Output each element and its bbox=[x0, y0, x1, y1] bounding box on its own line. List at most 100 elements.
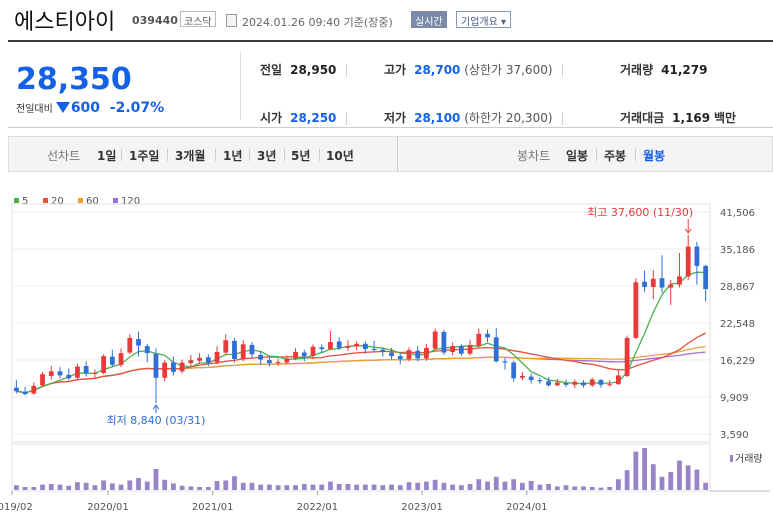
volume-bar bbox=[136, 478, 141, 490]
candle-body bbox=[118, 353, 124, 365]
volume-bar bbox=[240, 482, 246, 490]
y-tick-label: 41,506 bbox=[720, 208, 755, 219]
candle-body bbox=[485, 333, 490, 338]
volume-bar bbox=[258, 484, 264, 490]
volume-bar bbox=[109, 483, 115, 490]
candle bbox=[467, 339, 473, 356]
volume-bar bbox=[397, 485, 403, 490]
volume-bar bbox=[467, 484, 473, 490]
candle-body bbox=[520, 375, 525, 378]
candle bbox=[424, 343, 429, 361]
candle bbox=[328, 330, 333, 350]
candle-body bbox=[109, 356, 115, 365]
candle bbox=[537, 377, 543, 385]
candle bbox=[66, 368, 72, 381]
volume-bar bbox=[389, 484, 394, 490]
volume-bar bbox=[476, 479, 482, 490]
candles bbox=[13, 234, 709, 404]
volume-bar bbox=[694, 469, 700, 490]
candle bbox=[598, 378, 604, 388]
candle-body bbox=[336, 341, 342, 348]
candle-body bbox=[162, 362, 168, 378]
candle bbox=[153, 348, 159, 404]
candlestick-chart[interactable]: 41,506 35,186 28,867 22,548 16,229 9,909 3,590… bbox=[0, 0, 773, 522]
candle bbox=[563, 379, 569, 388]
volume-bar bbox=[301, 484, 307, 490]
candle bbox=[144, 343, 150, 362]
candle bbox=[581, 380, 586, 388]
volume-bar bbox=[310, 484, 316, 490]
y-tick-label: 16,229 bbox=[720, 356, 755, 367]
volume-bar bbox=[554, 486, 560, 490]
candle bbox=[109, 349, 115, 367]
candle-body bbox=[275, 361, 281, 364]
volume-bar bbox=[66, 485, 72, 490]
y-tick-label: 9,909 bbox=[720, 393, 749, 404]
candle-body bbox=[563, 383, 569, 385]
candle-body bbox=[441, 332, 447, 353]
x-tick-label: 2021/01 bbox=[192, 502, 234, 513]
candle bbox=[520, 371, 525, 381]
volume-bar bbox=[406, 482, 412, 490]
volume-border bbox=[11, 443, 711, 492]
volume-bar bbox=[328, 481, 333, 490]
candle-body bbox=[188, 360, 194, 364]
volume-bar bbox=[371, 484, 377, 490]
y-tick-label: 22,548 bbox=[720, 319, 755, 330]
candle bbox=[293, 347, 298, 361]
volume-bar bbox=[205, 487, 211, 490]
candle-body bbox=[546, 381, 551, 386]
candle-body bbox=[493, 337, 499, 362]
candle-body bbox=[397, 356, 403, 359]
volume-bar bbox=[101, 480, 107, 490]
candle-body bbox=[354, 343, 360, 347]
volume-bar bbox=[607, 487, 613, 490]
volume-bar bbox=[581, 486, 586, 490]
volume-bar bbox=[668, 472, 674, 490]
volume-bar bbox=[179, 485, 185, 490]
volume-bar bbox=[485, 481, 490, 490]
candle bbox=[441, 329, 447, 355]
candle bbox=[48, 366, 54, 380]
volume-bar bbox=[624, 470, 630, 490]
candle bbox=[572, 379, 578, 389]
volume-bar bbox=[319, 484, 325, 490]
candle-body bbox=[57, 371, 63, 376]
candle-body bbox=[66, 374, 72, 379]
candle-body bbox=[424, 347, 429, 359]
candle-body bbox=[685, 246, 691, 277]
volume-bar bbox=[450, 484, 456, 490]
candle-body bbox=[101, 356, 107, 374]
candle-body bbox=[511, 362, 517, 379]
candle bbox=[127, 334, 133, 355]
candle-body bbox=[537, 380, 543, 382]
volume-bars bbox=[13, 448, 733, 490]
volume-bar bbox=[380, 485, 386, 490]
candle-body bbox=[476, 333, 482, 346]
candle-body bbox=[310, 346, 316, 357]
volume-bar bbox=[232, 476, 237, 490]
candle-body bbox=[13, 387, 19, 392]
candle-body bbox=[258, 354, 264, 360]
volume-bar bbox=[223, 480, 229, 490]
volume-bar bbox=[528, 481, 534, 490]
candle-body bbox=[240, 344, 246, 359]
candle-body bbox=[458, 346, 464, 354]
x-tick-label: 2023/01 bbox=[401, 502, 443, 513]
candle-body bbox=[345, 346, 351, 348]
volume-bar bbox=[502, 481, 508, 490]
candle bbox=[75, 363, 80, 380]
candle bbox=[171, 356, 176, 376]
candle bbox=[57, 367, 63, 379]
volume-bar bbox=[677, 460, 682, 490]
volume-bar bbox=[493, 476, 499, 490]
candle bbox=[223, 334, 229, 355]
candle-body bbox=[214, 351, 220, 362]
candle-body bbox=[75, 366, 80, 378]
volume-bar bbox=[615, 479, 621, 490]
candle-body bbox=[136, 339, 141, 346]
x-tick-label: 2024/01 bbox=[506, 502, 548, 513]
candle-body bbox=[92, 373, 98, 375]
candle-body bbox=[380, 349, 386, 352]
ma5-line bbox=[16, 271, 706, 394]
